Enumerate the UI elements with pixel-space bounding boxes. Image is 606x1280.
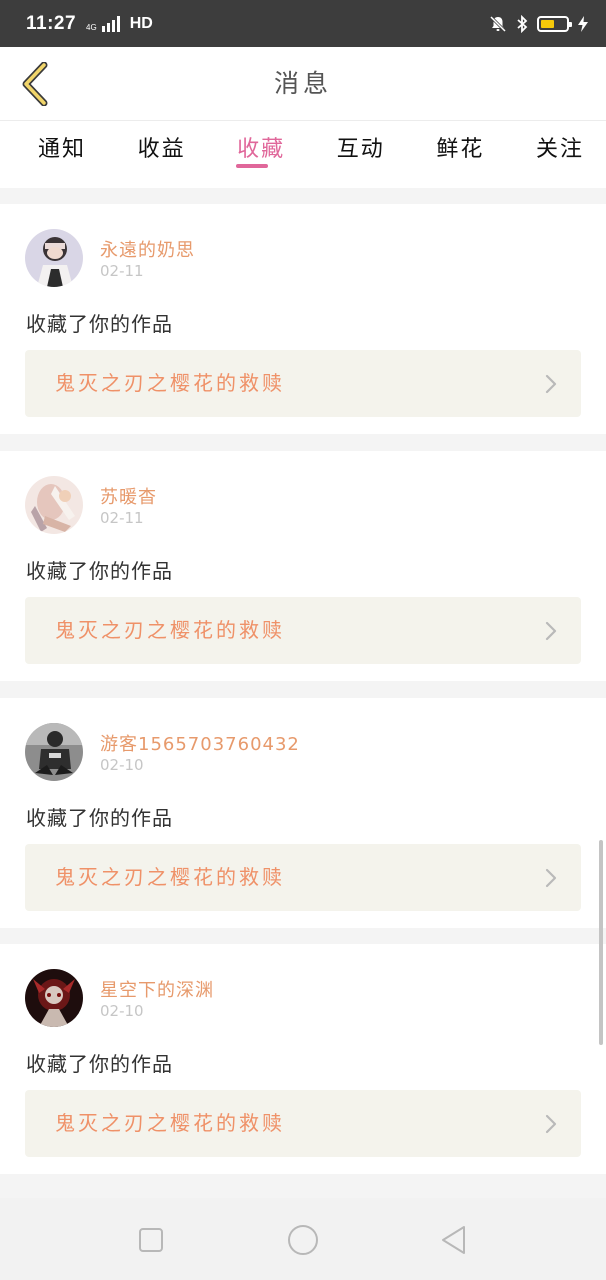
action-text: 收藏了你的作品 [26, 559, 173, 583]
work-link[interactable]: 鬼灭之刃之樱花的救赎 [25, 350, 581, 417]
active-tab-indicator [236, 164, 268, 168]
username[interactable]: 星空下的深渊 [100, 976, 214, 1002]
work-title: 鬼灭之刃之樱花的救赎 [55, 1111, 285, 1135]
system-nav-bar [0, 1198, 606, 1280]
signal-icon [101, 15, 120, 32]
app-header: 消息 [0, 47, 606, 121]
network-indicator: 4G [86, 15, 120, 32]
work-title: 鬼灭之刃之樱花的救赎 [55, 618, 285, 642]
charging-icon [578, 15, 588, 32]
tab-bar: 通知 收益 收藏 互动 鲜花 关注 [0, 121, 606, 188]
page-title: 消息 [273, 69, 332, 98]
chevron-right-icon [545, 868, 557, 888]
message-card: 永遠的奶思 02-11 收藏了你的作品 鬼灭之刃之樱花的救赎 [0, 204, 606, 434]
bluetooth-icon [517, 14, 528, 33]
tab-earnings[interactable]: 收益 [122, 121, 202, 188]
work-link[interactable]: 鬼灭之刃之樱花的救赎 [25, 597, 581, 664]
network-tag: 4G [86, 22, 97, 32]
status-bar: 11:27 4G HD [0, 0, 606, 47]
work-title: 鬼灭之刃之樱花的救赎 [55, 371, 285, 395]
triangle-back-icon[interactable] [436, 1222, 472, 1258]
message-card: 游客1565703760432 02-10 收藏了你的作品 鬼灭之刃之樱花的救赎 [0, 698, 606, 928]
message-card: 苏暖杳 02-11 收藏了你的作品 鬼灭之刃之樱花的救赎 [0, 451, 606, 681]
mute-icon [489, 15, 507, 32]
tab-interactions[interactable]: 互动 [321, 121, 401, 188]
avatar[interactable] [25, 723, 83, 781]
tab-flowers[interactable]: 鲜花 [420, 121, 500, 188]
action-text: 收藏了你的作品 [26, 1052, 173, 1076]
status-left: 11:27 4G HD [26, 13, 489, 35]
status-right [489, 14, 588, 33]
tab-following[interactable]: 关注 [520, 121, 600, 188]
scrollbar[interactable] [599, 840, 603, 1045]
battery-icon [537, 15, 572, 32]
post-date: 02-10 [100, 1002, 144, 1020]
post-date: 02-11 [100, 262, 144, 280]
action-text: 收藏了你的作品 [26, 312, 173, 336]
square-icon[interactable] [133, 1222, 169, 1258]
username[interactable]: 苏暖杳 [100, 483, 157, 509]
post-date: 02-11 [100, 509, 144, 527]
circle-icon[interactable] [285, 1222, 321, 1258]
work-link[interactable]: 鬼灭之刃之樱花的救赎 [25, 1090, 581, 1157]
message-card: 星空下的深渊 02-10 收藏了你的作品 鬼灭之刃之樱花的救赎 [0, 944, 606, 1174]
username[interactable]: 永遠的奶思 [100, 236, 195, 262]
action-text: 收藏了你的作品 [26, 806, 173, 830]
post-date: 02-10 [100, 756, 144, 774]
avatar[interactable] [25, 476, 83, 534]
username[interactable]: 游客1565703760432 [100, 730, 300, 756]
tab-favorites[interactable]: 收藏 [221, 121, 301, 188]
tab-notifications[interactable]: 通知 [22, 121, 102, 188]
battery-fill [541, 19, 555, 28]
avatar[interactable] [25, 229, 83, 287]
chevron-right-icon [545, 621, 557, 641]
avatar[interactable] [25, 969, 83, 1027]
chevron-right-icon [545, 1114, 557, 1134]
status-time: 11:27 [26, 12, 77, 34]
work-link[interactable]: 鬼灭之刃之樱花的救赎 [25, 844, 581, 911]
chevron-right-icon [545, 374, 557, 394]
hd-label: HD [129, 14, 153, 32]
work-title: 鬼灭之刃之樱花的救赎 [55, 865, 285, 889]
